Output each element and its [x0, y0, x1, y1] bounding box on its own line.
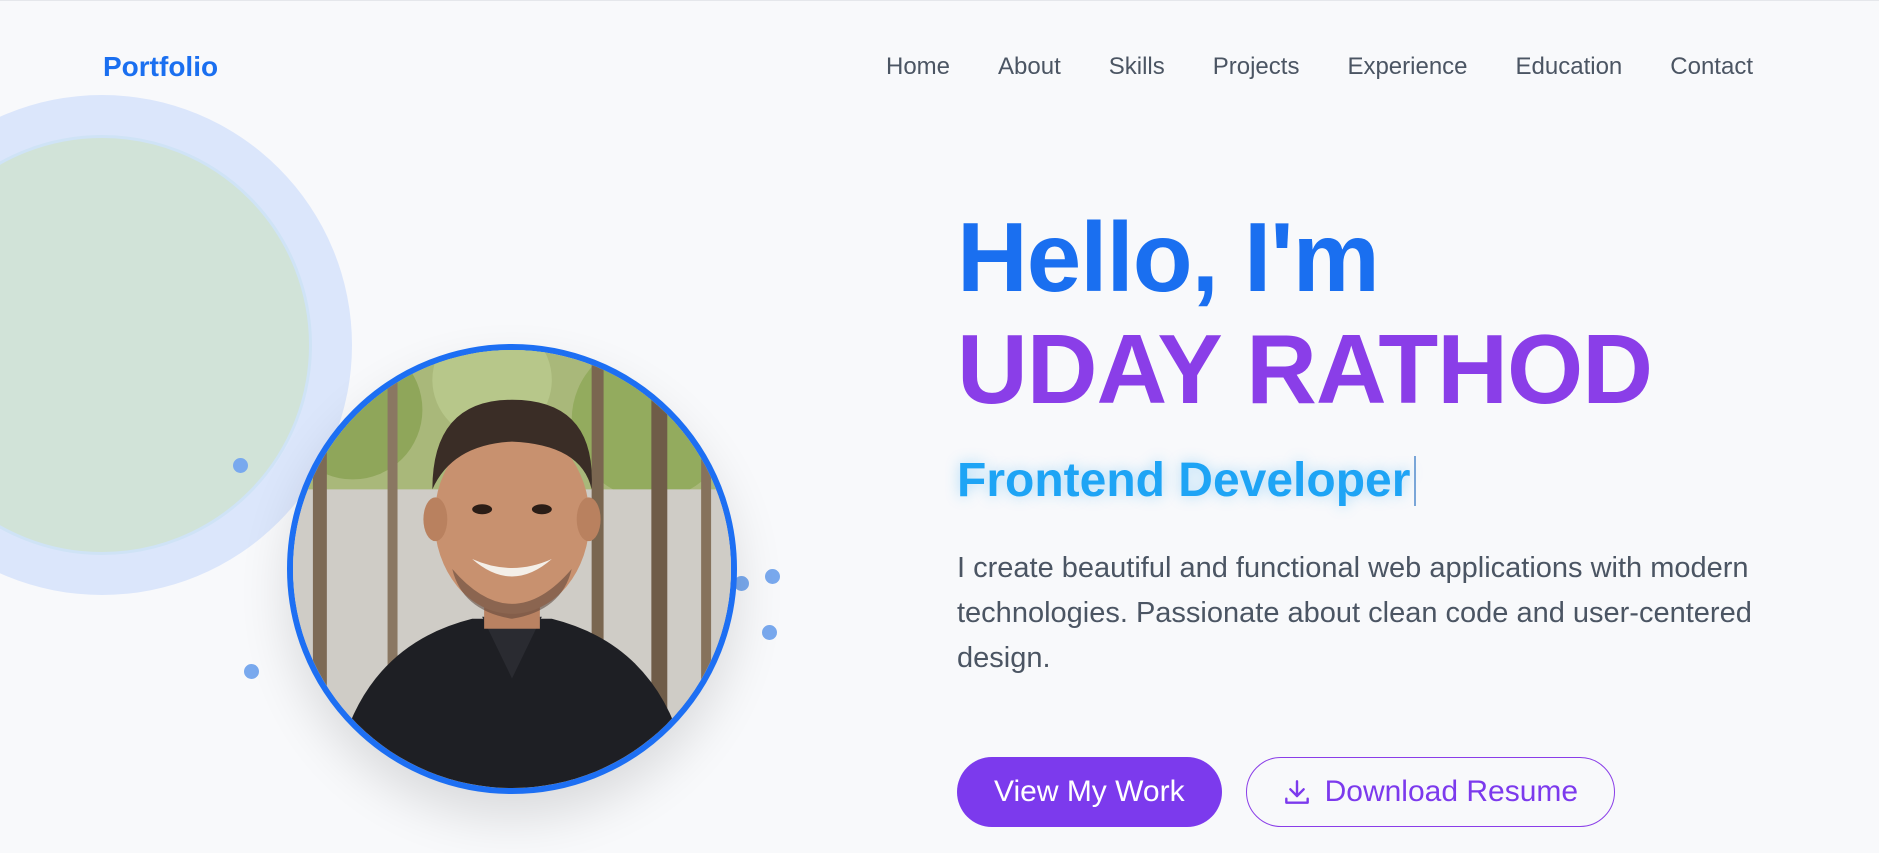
role-text: Frontend Developer	[957, 454, 1411, 507]
typing-caret	[1414, 455, 1417, 506]
decorative-dot	[244, 664, 259, 679]
logo-link[interactable]: Portfolio	[103, 51, 218, 83]
nav-experience[interactable]: Experience	[1347, 53, 1467, 81]
nav-skills[interactable]: Skills	[1109, 53, 1165, 81]
decorative-dot	[233, 458, 248, 473]
hero-actions: View My Work Download Resume	[957, 757, 1777, 827]
role-title: Frontend Developer	[957, 453, 1417, 508]
hero-description: I create beautiful and functional web ap…	[957, 552, 1752, 674]
nav-contact[interactable]: Contact	[1670, 53, 1753, 81]
decorative-dot	[765, 569, 780, 584]
hero-section: Hello, I'm UDAY RATHOD Frontend Develope…	[957, 201, 1777, 827]
nav-education[interactable]: Education	[1516, 53, 1623, 81]
download-resume-button[interactable]: Download Resume	[1245, 757, 1616, 827]
download-icon	[1284, 780, 1309, 804]
download-resume-label: Download Resume	[1324, 775, 1579, 808]
greeting-heading: Hello, I'm	[957, 202, 1380, 312]
profile-photo	[287, 344, 737, 794]
nav-projects[interactable]: Projects	[1213, 53, 1300, 81]
main-nav: Home About Skills Projects Experience Ed…	[886, 53, 1753, 81]
decorative-dot	[762, 625, 777, 640]
view-work-button[interactable]: View My Work	[957, 757, 1222, 827]
page: Portfolio Home About Skills Projects Exp…	[0, 0, 1879, 853]
nav-about[interactable]: About	[998, 53, 1061, 81]
name-heading: UDAY RATHOD	[957, 314, 1653, 424]
nav-home[interactable]: Home	[886, 53, 950, 81]
